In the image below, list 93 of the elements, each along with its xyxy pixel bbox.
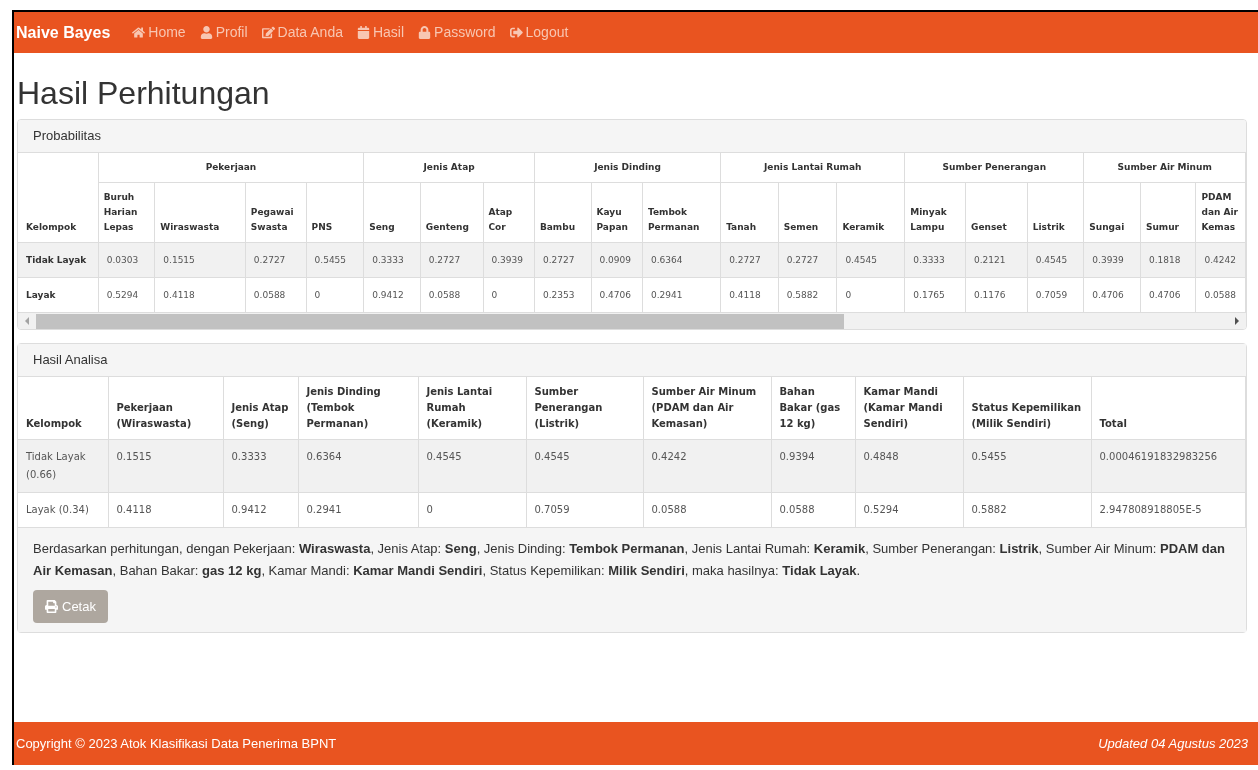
table-cell: 0.4242 <box>643 439 771 492</box>
table-cell: 0.3333 <box>904 242 966 278</box>
table-cell: 0.2727 <box>778 242 837 278</box>
table-cell: 0.2941 <box>298 492 418 527</box>
table-cell: 0.3333 <box>363 242 421 278</box>
brand-link[interactable]: Naive Bayes <box>16 20 111 45</box>
table-header: Jenis Lantai Rumah (Keramik) <box>418 376 526 439</box>
table-cell: 0.5882 <box>963 492 1091 527</box>
table-header: Listrik <box>1027 182 1084 243</box>
table-cell: Layak (0.34) <box>18 492 108 527</box>
print-button[interactable]: Cetak <box>33 589 108 623</box>
conclusion-text: Berdasarkan perhitungan, dengan Pekerjaan: Wiraswasta, Jenis Atap: Seng, Jenis Dinding: Tembok Permanan, Jenis Lantai Rumah: Keramik, Sumber Penerangan: Listrik, Sumber Air Minum: PDAM dan Air Kemasan, Bahan Bakar: gas 12 kg, Kamar Mandi: Kamar Mandi Sendiri, Status Kepemilikan: Milik Sendiri, maka hasilnya: Tidak Layak. <box>33 539 1226 580</box>
table-cell: 0.2727 <box>720 242 779 278</box>
table-cell: 0.1515 <box>154 242 246 278</box>
table-header: Sumber Penerangan (Listrik) <box>526 376 643 439</box>
table-header: Total <box>1091 376 1246 439</box>
nav-link[interactable]: Hasil <box>356 22 405 43</box>
table-header: Jenis Dinding <box>534 152 721 183</box>
table-header: Sumber Air Minum <box>1083 152 1246 183</box>
table-header: Tembok Permanan <box>642 182 721 243</box>
panel-heading: Hasil Analisa <box>18 344 1246 377</box>
nav-link[interactable]: Profil <box>199 22 248 43</box>
table-header: Sumber Penerangan <box>904 152 1084 183</box>
table-cell: 0.7059 <box>526 492 643 527</box>
table-cell: 0.3939 <box>483 242 535 278</box>
updated-text: Updated 04 Agustus 2023 <box>1098 734 1249 753</box>
table-cell: 0.0303 <box>98 242 155 278</box>
table-cell: 0.4545 <box>836 242 905 278</box>
table-cell: 0.1818 <box>1140 242 1196 278</box>
table-cell: 0.9394 <box>771 439 855 492</box>
table-header: Jenis Atap (Seng) <box>223 376 298 439</box>
table-header: Minyak Lampu <box>904 182 966 243</box>
table-cell: 0.4848 <box>855 439 963 492</box>
table-header: Keramik <box>836 182 905 243</box>
nav-link[interactable]: Password <box>418 22 496 43</box>
table-cell: 0.2727 <box>245 242 307 278</box>
table-header: PDAM dan Air Kemas <box>1195 182 1246 243</box>
table-header: Pekerjaan <box>98 152 364 183</box>
table-cell: 0.4242 <box>1195 242 1246 278</box>
table-cell: 0.6364 <box>642 242 721 278</box>
table-cell: 0.3939 <box>1083 242 1141 278</box>
table-cell: 0.2121 <box>965 242 1028 278</box>
table-header: Kayu Papan <box>591 182 643 243</box>
copyright-text: Copyright © 2023 Atok Klasifikasi Data Penerima BPNT <box>16 734 337 753</box>
table-cell: 2.947808918805E-5 <box>1091 492 1246 527</box>
nav-link[interactable]: Logout <box>509 22 569 43</box>
table-cell: 0.4545 <box>1027 242 1084 278</box>
table-header: Sungai <box>1083 182 1141 243</box>
table-cell: 0.9412 <box>223 492 298 527</box>
table-cell: 0.6364 <box>298 439 418 492</box>
table-header: Genset <box>965 182 1028 243</box>
table-cell: 0.5455 <box>963 439 1091 492</box>
nav-link[interactable]: Data Anda <box>261 22 343 43</box>
table-header: Kamar Mandi (Kamar Mandi Sendiri) <box>855 376 963 439</box>
table-cell: Tidak Layak (0.66) <box>18 439 108 492</box>
table-header: Pegawai Swasta <box>245 182 307 243</box>
table-cell: 0.4545 <box>418 439 526 492</box>
table-header: Atap Cor <box>483 182 535 243</box>
table-header: Buruh Harian Lepas <box>98 182 155 243</box>
page-title: Hasil Perhitungan <box>17 74 271 113</box>
table-header: Jenis Atap <box>363 152 535 183</box>
table-cell: 0.0588 <box>643 492 771 527</box>
table-cell: 0.4118 <box>108 492 223 527</box>
table-cell: 0.0909 <box>591 242 643 278</box>
table-cell: 0.2727 <box>420 242 483 278</box>
table-cell: 0.5294 <box>855 492 963 527</box>
table-header: PNS <box>306 182 364 243</box>
table-cell: 0 <box>418 492 526 527</box>
nav-link[interactable]: Home <box>132 22 186 43</box>
table-header: Bambu <box>534 182 591 243</box>
table-header: Jenis Lantai Rumah <box>720 152 905 183</box>
table-header: Sumber Air Minum (PDAM dan Air Kemasan) <box>643 376 771 439</box>
table-cell: 0.1515 <box>108 439 223 492</box>
table-header: Kelompok <box>18 376 108 439</box>
table-header: Status Kepemilikan (Milik Sendiri) <box>963 376 1091 439</box>
panel-heading: Probabilitas <box>18 120 1246 153</box>
table-header: Kelompok <box>18 152 99 243</box>
table-header: Bahan Bakar (gas 12 kg) <box>771 376 855 439</box>
table-header: Tanah <box>720 182 779 243</box>
table-cell: 0.5455 <box>306 242 364 278</box>
table-header: Jenis Dinding (Tembok Permanan) <box>298 376 418 439</box>
table-cell: 0.2727 <box>534 242 591 278</box>
table-cell: 0.3333 <box>223 439 298 492</box>
table-header: Sumur <box>1140 182 1196 243</box>
table-header: Semen <box>778 182 837 243</box>
table-header: Wiraswasta <box>154 182 246 243</box>
table-header: Seng <box>363 182 421 243</box>
table-cell: 0.00046191832983256 <box>1091 439 1246 492</box>
table-cell: Tidak Layak <box>18 242 99 278</box>
table-cell: 0.4545 <box>526 439 643 492</box>
table-cell: 0.0588 <box>771 492 855 527</box>
table-header: Genteng <box>420 182 483 243</box>
table-header: Pekerjaan (Wiraswasta) <box>108 376 223 439</box>
